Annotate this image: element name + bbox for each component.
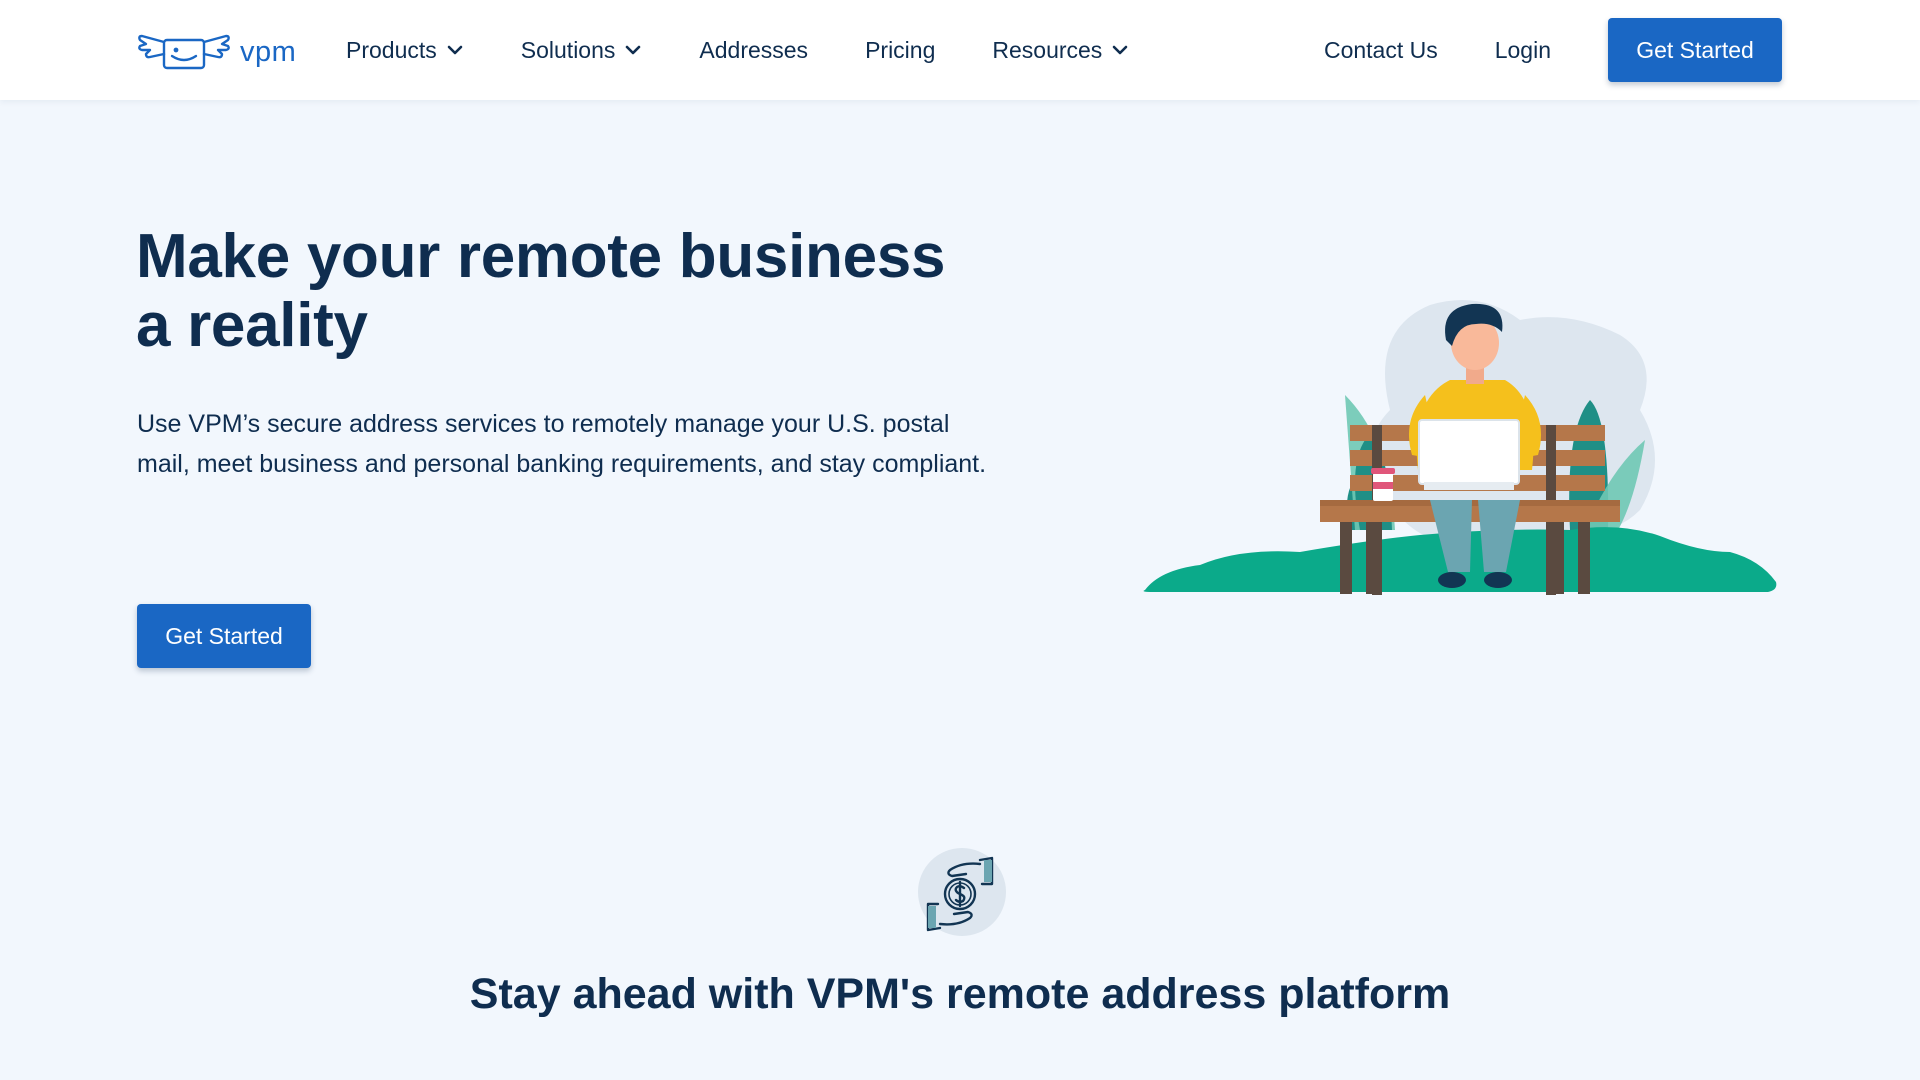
coffee-cup-band bbox=[1373, 482, 1393, 489]
logo-wordmark: vpm bbox=[240, 35, 297, 68]
section-title: Stay ahead with VPM's remote address pla… bbox=[469, 970, 1451, 1018]
hero-get-started-button[interactable]: Get Started bbox=[137, 604, 311, 668]
hero-title: Make your remote business a reality bbox=[136, 222, 946, 360]
chevron-down-icon bbox=[1113, 45, 1128, 55]
nav-products-label: Products bbox=[346, 36, 437, 63]
login-link[interactable]: Login bbox=[1495, 37, 1551, 64]
hands-dollar-icon bbox=[918, 848, 1006, 936]
nav-pricing-label: Pricing bbox=[865, 36, 936, 63]
nav-addresses[interactable]: Addresses bbox=[699, 37, 808, 64]
nav-pricing[interactable]: Pricing bbox=[865, 37, 935, 64]
bench-leg bbox=[1340, 522, 1352, 594]
main-nav: Products Solutions Addresses Pricing Res… bbox=[346, 0, 1186, 100]
chevron-down-icon bbox=[626, 45, 641, 55]
person-shoe-left bbox=[1438, 572, 1466, 588]
nav-addresses-label: Addresses bbox=[699, 36, 809, 63]
coffee-cup-lid bbox=[1371, 468, 1395, 474]
header-get-started-button[interactable]: Get Started bbox=[1608, 18, 1782, 82]
site-header: vpm Products Solutions Addresses Pricing… bbox=[0, 0, 1920, 100]
header-actions: Contact Us Login Get Started bbox=[1324, 0, 1782, 100]
vpm-logo[interactable]: vpm bbox=[136, 30, 296, 74]
nav-solutions-label: Solutions bbox=[520, 36, 616, 63]
winged-envelope-icon bbox=[138, 34, 230, 70]
bench-leg bbox=[1552, 522, 1564, 594]
contact-us-link[interactable]: Contact Us bbox=[1324, 37, 1438, 64]
laptop-base bbox=[1424, 482, 1514, 490]
bench-leg bbox=[1578, 522, 1590, 594]
nav-products[interactable]: Products bbox=[346, 37, 464, 64]
hero-description: Use VPM’s secure address services to rem… bbox=[137, 410, 987, 478]
person-on-bench-with-laptop-illustration bbox=[1143, 300, 1777, 595]
chevron-down-icon bbox=[447, 45, 463, 55]
laptop bbox=[1418, 419, 1520, 485]
person-shoe-right bbox=[1484, 572, 1512, 588]
nav-resources-label: Resources bbox=[992, 36, 1103, 63]
nav-solutions[interactable]: Solutions bbox=[521, 37, 643, 64]
nav-resources[interactable]: Resources bbox=[992, 37, 1129, 64]
bench-leg bbox=[1366, 522, 1378, 594]
